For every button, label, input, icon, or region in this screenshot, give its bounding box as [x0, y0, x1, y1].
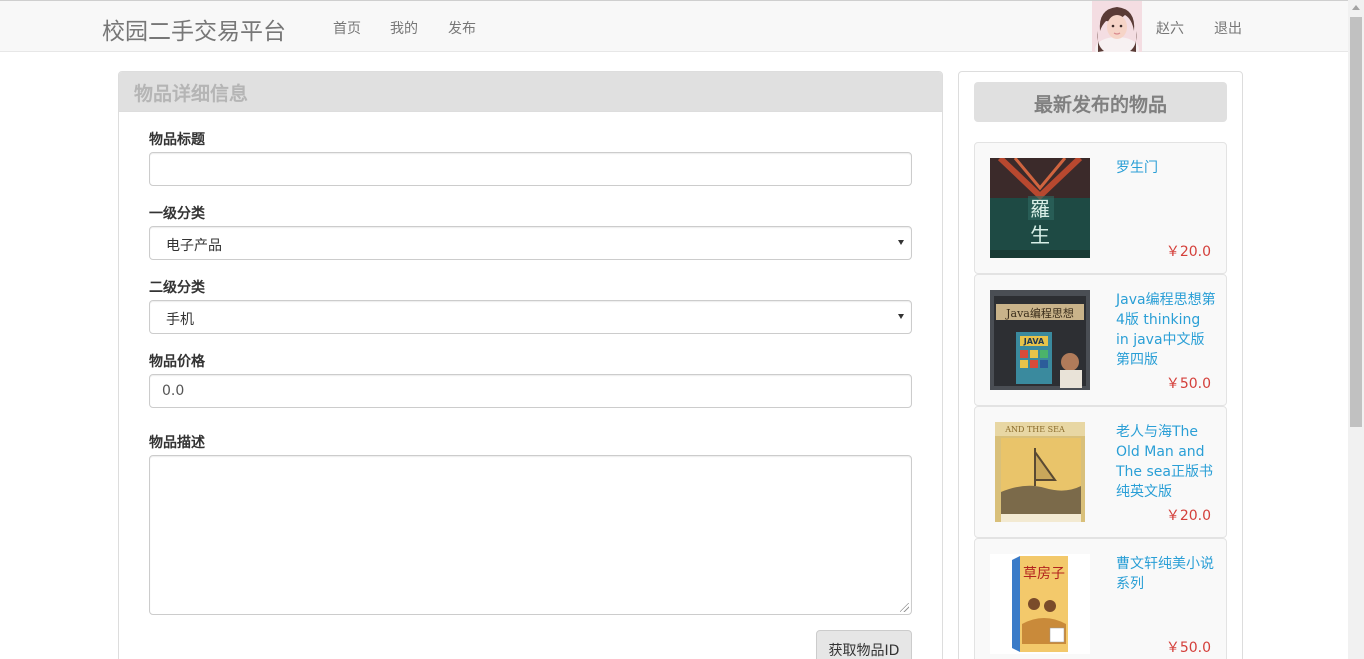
svg-text:羅: 羅 [1030, 197, 1050, 221]
product-title[interactable]: 老人与海The Old Man and The sea正版书纯英文版 [1116, 422, 1216, 502]
price-label: 物品价格 [149, 354, 205, 370]
product-price: ￥20.0 [1165, 508, 1211, 524]
product-card[interactable]: 草房子 曹文轩纯美小说系列 ￥50.0 [974, 538, 1227, 659]
username-link[interactable]: 赵六 [1156, 18, 1184, 38]
product-title[interactable]: 曹文轩纯美小说系列 [1116, 554, 1216, 594]
logout-link[interactable]: 退出 [1214, 18, 1242, 38]
category1-select[interactable]: 电子产品 [149, 226, 912, 260]
resize-handle-icon[interactable] [900, 603, 909, 612]
product-card[interactable]: Java编程思想 JAVA Java编程思想第4版 thinking in ja… [974, 274, 1227, 406]
description-label: 物品描述 [149, 435, 205, 451]
product-card[interactable]: 羅 生 罗生门 ￥20.0 [974, 142, 1227, 274]
product-title[interactable]: 罗生门 [1116, 158, 1216, 178]
svg-text:生: 生 [1030, 223, 1050, 247]
top-navbar: 校园二手交易平台 首页 我的 发布 赵六 退出 [0, 0, 1348, 52]
user-avatar[interactable] [1092, 1, 1142, 52]
brand-logo[interactable]: 校园二手交易平台 [102, 12, 286, 46]
scroll-up-arrow-icon[interactable] [1352, 5, 1360, 10]
chevron-down-icon [898, 314, 904, 319]
nav-mine-link[interactable]: 我的 [390, 18, 418, 38]
rashomon-book-cover[interactable]: 羅 生 [990, 158, 1090, 258]
product-price: ￥50.0 [1165, 376, 1211, 392]
thinking-in-java-cover[interactable]: Java编程思想 JAVA [990, 290, 1090, 390]
category1-selected-value: 电子产品 [166, 238, 222, 254]
svg-text:AND THE SEA: AND THE SEA [1004, 425, 1065, 434]
panel-title: 物品详细信息 [134, 83, 249, 105]
title-input[interactable] [149, 152, 912, 186]
product-price: ￥20.0 [1165, 244, 1211, 260]
nav-home-link[interactable]: 首页 [333, 18, 361, 38]
category2-label: 二级分类 [149, 280, 205, 296]
sidebar-title: 最新发布的物品 [974, 82, 1227, 122]
description-textarea[interactable] [149, 455, 912, 615]
nav-publish-link[interactable]: 发布 [448, 18, 476, 38]
svg-text:草房子: 草房子 [1023, 566, 1065, 582]
svg-text:Java编程思想: Java编程思想 [1005, 306, 1074, 320]
category2-selected-value: 手机 [166, 312, 194, 328]
category2-select[interactable]: 手机 [149, 300, 912, 334]
product-card[interactable]: AND THE SEA 老人与海The Old Man and The sea正… [974, 406, 1227, 538]
chevron-down-icon [898, 240, 904, 245]
old-man-and-the-sea-cover[interactable]: AND THE SEA [995, 422, 1085, 522]
scrollbar-thumb[interactable] [1350, 17, 1362, 427]
get-item-id-button[interactable]: 获取物品ID [816, 630, 912, 659]
product-title[interactable]: Java编程思想第4版 thinking in java中文版第四版 [1116, 290, 1216, 370]
price-input[interactable] [149, 374, 912, 408]
cao-wenxuan-book-cover[interactable]: 草房子 [990, 554, 1090, 654]
product-price: ￥50.0 [1165, 640, 1211, 656]
svg-text:JAVA: JAVA [1023, 337, 1045, 346]
panel-heading: 物品详细信息 [119, 72, 942, 112]
title-label: 物品标题 [149, 132, 205, 148]
category1-label: 一级分类 [149, 206, 205, 222]
